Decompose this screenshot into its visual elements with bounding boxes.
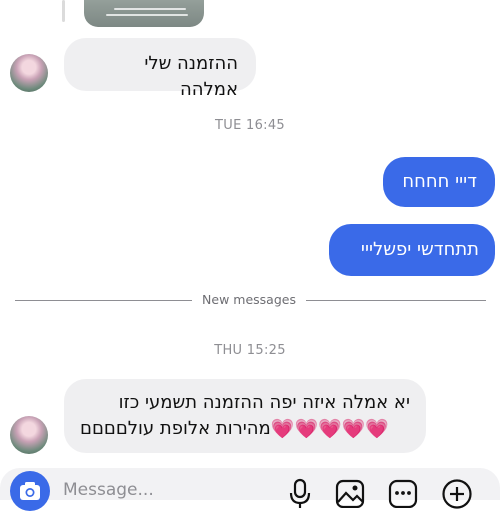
microphone-icon [289,478,311,508]
received-message[interactable]: יא אמלה איזה יפה ההזמנה תשמעי כזו מהירות… [64,379,426,453]
shared-post-image[interactable] [84,0,204,27]
message-text-line: מהירות אלופת עולםםםם 💗💗💗💗💗 [80,416,410,442]
camera-button[interactable] [10,471,50,511]
divider-line-left [15,300,192,301]
divider-line-right [306,300,486,301]
received-message[interactable]: ההזמנה שלי אמלהה [64,38,256,100]
gallery-button[interactable] [335,478,365,509]
mic-button[interactable] [285,478,315,508]
message-text: תתחדשי יפשלייי [360,239,479,260]
gallery-icon [335,479,365,509]
message-text: דייי חחחח [402,171,477,192]
message-input[interactable]: Message... [63,480,154,500]
new-messages-label: New messages [202,292,296,307]
message-text-line: יא אמלה איזה יפה ההזמנה תשמעי כזו [118,392,410,413]
sent-message[interactable]: דייי חחחח [383,157,495,207]
message-text: מהירות אלופת עולםםםם [80,418,271,439]
contact-avatar[interactable] [10,54,48,92]
sticker-icon [388,479,418,509]
sent-message[interactable]: תתחדשי יפשלייי [329,224,495,276]
contact-avatar[interactable] [10,416,48,454]
message-text: ההזמנה שלי אמלהה [144,53,238,100]
plus-icon [442,479,472,509]
camera-icon [20,482,40,500]
shared-post-preview[interactable] [62,0,207,27]
reply-bar [62,0,65,22]
timestamp: THU 15:25 [214,343,286,358]
sticker-button[interactable] [388,478,418,509]
heart-emojis: 💗💗💗💗💗 [270,418,390,440]
timestamp: TUE 16:45 [215,118,285,133]
add-button[interactable] [441,478,472,509]
